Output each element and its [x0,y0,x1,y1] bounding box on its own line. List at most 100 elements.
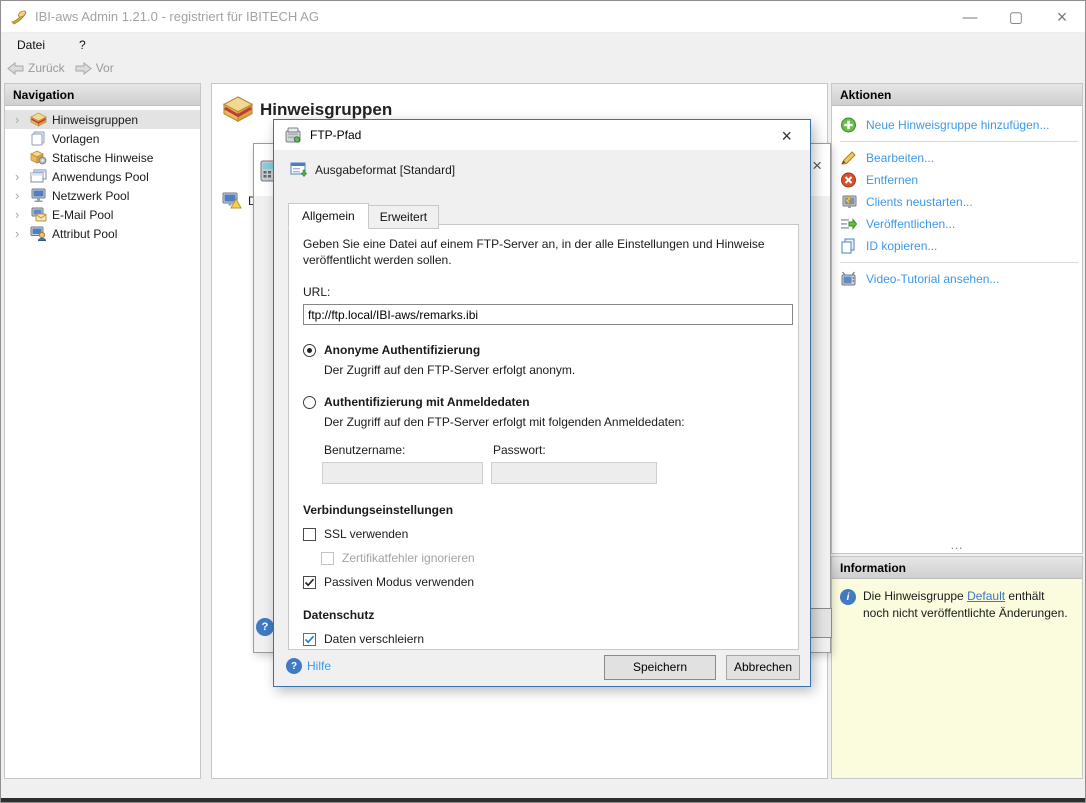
checkbox-cert-errors: Zertifikatfehler ignorieren [321,551,784,565]
action-edit[interactable]: Bearbeiten... [840,147,1082,169]
back-arrow-icon [7,61,24,75]
password-input [491,462,657,485]
expand-chevron-icon[interactable]: › [15,227,25,240]
app-logo-icon [11,10,27,25]
action-video-tutorial[interactable]: Video-Tutorial ansehen... [840,268,1082,290]
restart-clients-icon [842,194,857,208]
output-format-row: Ausgabeformat [Standard] [290,162,455,177]
menu-datei[interactable]: Datei [13,36,49,54]
nav-label: Attribut Pool [52,226,118,241]
action-label: ID kopieren... [866,239,938,253]
forward-label: Vor [95,61,114,75]
minimize-button[interactable]: — [947,1,993,33]
action-copy-id[interactable]: ID kopieren... [840,235,1082,257]
monitor-warning-icon [222,192,242,209]
back-button[interactable]: Zurück [7,61,65,75]
nav-item-attribut-pool[interactable]: › Attribut Pool [5,224,200,243]
action-remove[interactable]: Entfernen [840,169,1082,191]
nav-label: Statische Hinweise [52,150,154,165]
dialog-tabs: Allgemein Erweitert [288,203,440,229]
divider [840,141,1078,142]
nav-item-vorlagen[interactable]: Vorlagen [5,129,200,148]
tab-panel-allgemein: Geben Sie eine Datei auf einem FTP-Serve… [288,224,799,650]
url-input[interactable] [303,304,793,326]
background-help-icon[interactable]: ? [256,618,274,636]
attribute-pool-icon [30,226,47,241]
remove-icon [841,172,856,188]
username-label: Benutzername: [324,443,406,458]
checkbox-icon [321,551,334,565]
cancel-button[interactable]: Abbrechen [726,655,800,680]
checkbox-obfuscate-data[interactable]: Daten verschleiern [303,632,784,646]
title-bar: IBI-aws Admin 1.21.0 - registriert für I… [1,1,1085,33]
information-header: Information [832,557,1082,579]
expand-chevron-icon[interactable]: › [15,208,25,221]
checkbox-icon [303,575,316,589]
nav-item-statische-hinweise[interactable]: Statische Hinweise [5,148,200,167]
help-icon: ? [286,658,302,674]
copy-id-icon [841,238,855,254]
checkbox-icon [303,527,316,541]
action-restart-clients[interactable]: Clients neustarten... [840,191,1082,213]
notice-group-row[interactable]: D [222,192,257,209]
checkbox-icon [303,632,316,646]
nav-label: Vorlagen [52,131,100,146]
checkbox-ssl[interactable]: SSL verwenden [303,527,784,541]
help-label: Hilfe [307,659,332,673]
dialog-close-button[interactable]: × [775,124,798,149]
nav-item-anwendungs-pool[interactable]: › Anwendungs Pool [5,167,200,186]
action-publish[interactable]: Veröffentlichen... [840,213,1082,235]
ftp-path-dialog: FTP-Pfad × Ausgabeformat [Standard] Allg… [273,119,811,687]
information-panel: Information i Die Hinweisgruppe Default … [831,556,1083,779]
radio-icon [303,343,316,357]
nav-label: Netzwerk Pool [52,188,130,203]
nav-item-email-pool[interactable]: › E-Mail Pool [5,205,200,224]
action-label: Veröffentlichen... [866,217,956,231]
forward-arrow-icon [75,61,92,75]
help-link[interactable]: ? Hilfe [286,658,331,674]
menu-help[interactable]: ? [75,36,90,54]
nav-label: E-Mail Pool [52,207,114,222]
save-button[interactable]: Speichern [604,655,716,680]
panel-splitter-handle[interactable]: … [950,537,964,552]
passive-mode-label: Passiven Modus verwenden [324,575,475,590]
ssl-label: SSL verwenden [324,527,409,542]
nav-label: Hinweisgruppen [52,112,139,127]
credentials-auth-description: Der Zugriff auf den FTP-Server erfolgt m… [324,415,685,430]
dialog-title: FTP-Pfad [310,128,362,142]
expand-chevron-icon[interactable]: › [15,170,25,183]
background-dialog-close-button[interactable]: × [812,156,822,176]
tab-allgemein[interactable]: Allgemein [288,203,369,229]
checkbox-passive-mode[interactable]: Passiven Modus verwenden [303,575,784,589]
expand-chevron-icon[interactable]: › [15,189,25,202]
action-add-notice-group[interactable]: Neue Hinweisgruppe hinzufügen... [840,114,1082,136]
action-label: Neue Hinweisgruppe hinzufügen... [866,118,1050,132]
output-format-icon [290,162,307,177]
menu-bar: Datei ? [1,33,1085,56]
username-input [322,462,483,485]
maximize-button[interactable]: ▢ [993,1,1039,33]
notice-groups-icon [30,112,47,127]
divider [840,262,1078,263]
cert-errors-label: Zertifikatfehler ignorieren [342,551,475,566]
nav-item-hinweisgruppen[interactable]: › Hinweisgruppen [5,110,200,129]
radio-credentials-auth[interactable]: Authentifizierung mit Anmeldedaten [303,395,784,409]
dialog-description: Geben Sie eine Datei auf einem FTP-Serve… [303,237,765,267]
nav-item-netzwerk-pool[interactable]: › Netzwerk Pool [5,186,200,205]
obfuscate-data-label: Daten verschleiern [324,632,425,647]
edit-icon [841,151,856,165]
navigation-header: Navigation [5,84,200,106]
default-group-link[interactable]: Default [967,589,1005,603]
network-pool-icon [31,188,46,202]
publish-icon [841,218,857,230]
window-close-button[interactable]: × [1039,1,1085,33]
notice-groups-heading-icon [222,96,254,123]
expand-chevron-icon[interactable]: › [15,113,25,126]
radio-credentials-label: Authentifizierung mit Anmeldedaten [324,395,530,410]
forward-button[interactable]: Vor [75,61,114,75]
tab-erweitert[interactable]: Erweitert [367,205,440,229]
password-label: Passwort: [493,443,546,458]
connection-settings-header: Verbindungseinstellungen [303,503,454,518]
window-bottom-edge [1,798,1085,802]
radio-anonymous-auth[interactable]: Anonyme Authentifizierung [303,343,784,357]
